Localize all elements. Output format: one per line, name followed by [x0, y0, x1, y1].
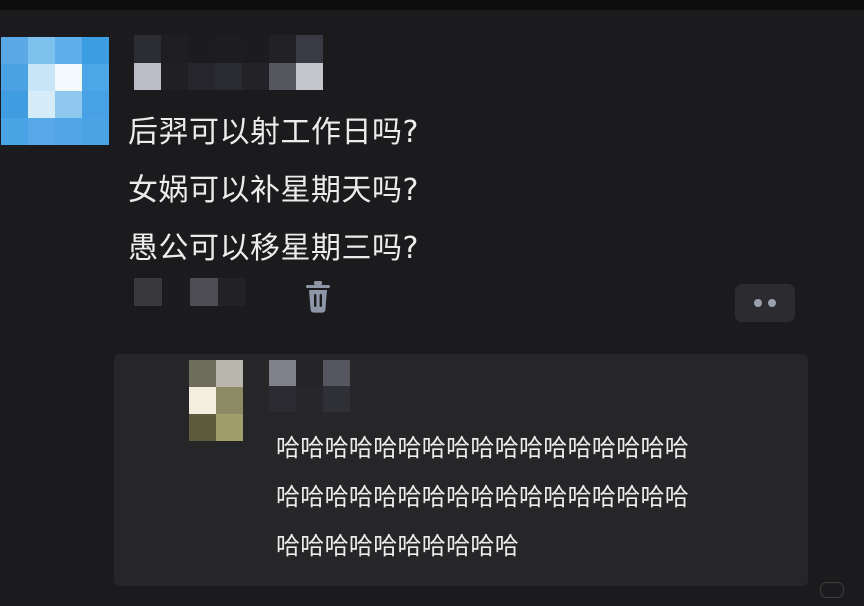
reply-avatar[interactable]	[189, 360, 243, 441]
post-line: 后羿可以射工作日吗?	[128, 115, 419, 150]
post-meta-blurred	[134, 278, 246, 306]
reply-content: 哈哈哈哈哈哈哈哈哈哈哈哈哈哈哈哈哈 哈哈哈哈哈哈哈哈哈哈哈哈哈哈哈哈哈 哈哈哈哈…	[276, 424, 786, 571]
reply-line: 哈哈哈哈哈哈哈哈哈哈哈哈哈哈哈哈哈	[276, 434, 690, 462]
username-blurred[interactable]	[134, 35, 323, 63]
app-frame: 后羿可以射工作日吗? 女娲可以补星期天吗? 愚公可以移星期三吗? 哈哈哈哈哈哈哈…	[0, 0, 864, 606]
more-button[interactable]	[735, 284, 795, 322]
trash-icon[interactable]	[302, 280, 334, 314]
more-icon-dot	[768, 299, 776, 307]
post-line: 愚公可以移星期三吗?	[128, 231, 419, 266]
reply-line: 哈哈哈哈哈哈哈哈哈哈	[276, 532, 519, 560]
username-blurred-row2	[134, 63, 323, 90]
more-icon	[754, 299, 762, 307]
avatar[interactable]	[1, 37, 109, 145]
reply-line: 哈哈哈哈哈哈哈哈哈哈哈哈哈哈哈哈哈	[276, 483, 690, 511]
watermark-logo	[820, 582, 844, 598]
reply-username-blurred[interactable]	[269, 360, 350, 386]
reply-username-blurred-row2	[269, 386, 350, 412]
post-content: 后羿可以射工作日吗? 女娲可以补星期天吗? 愚公可以移星期三吗?	[128, 104, 728, 278]
post-line: 女娲可以补星期天吗?	[128, 173, 419, 208]
